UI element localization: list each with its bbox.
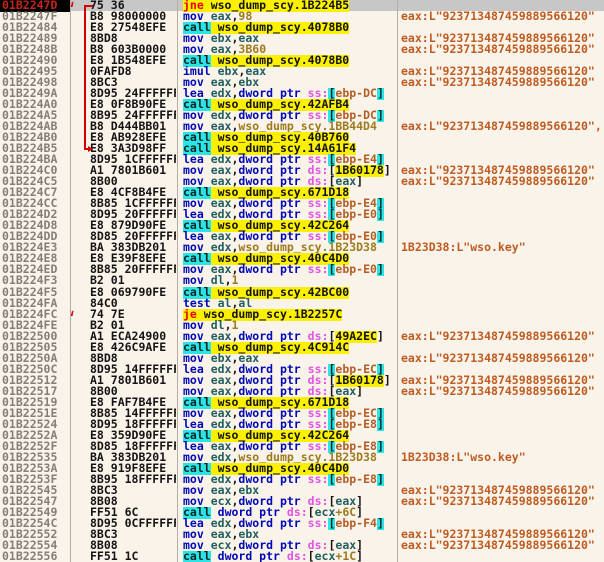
disasm-row[interactable]: 01B22535BA 383DB201mov edx,wso_dump_scy.… — [0, 452, 604, 463]
disasm-row[interactable]: 01B224898BD8mov ebx,eaxeax:L"92371348745… — [0, 33, 604, 44]
disasm-row[interactable]: 01B2252AE8 359D90FEcall wso_dump_scy.42C… — [0, 430, 604, 441]
disasm-row[interactable]: 01B224C0A1 7801B601mov eax,dword ptr ds:… — [0, 165, 604, 176]
disasm-row[interactable]: 01B224950FAFD8imul ebx,eaxeax:L"92371348… — [0, 66, 604, 77]
instruction-token-seg: ds: — [287, 551, 308, 562]
disasm-row[interactable]: 01B224F5E8 069790FEcall wso_dump_scy.42B… — [0, 287, 604, 298]
disasm-row[interactable]: 01B2250A8BD8mov ebx,eaxeax:L"92371348745… — [0, 353, 604, 364]
disasm-row[interactable]: 01B2253F8B95 18FFFFFFmov edx,dword ptr s… — [0, 474, 604, 485]
disasm-row[interactable]: 01B224DD8D85 20FFFFFFlea eax,dword ptr s… — [0, 231, 604, 242]
disasm-row[interactable]: 01B22556 FF51 1C call dword ptr ds:[ecx+1C… — [0, 551, 604, 562]
column-separator-disassembly[interactable] — [397, 0, 398, 562]
disasm-row[interactable]: 01B22490E8 1B548EFEcall wso_dump_scy.407… — [0, 55, 604, 66]
disasm-row[interactable]: 01B224A0E8 0F8B90FEcall wso_dump_scy.42A… — [0, 99, 604, 110]
disasm-row[interactable]: 01B224C7E8 4CF8B4FEcall wso_dump_scy.671… — [0, 187, 604, 198]
disasm-row[interactable]: 01B224CC8B85 1CFFFFFFmov eax,dword ptr s… — [0, 198, 604, 209]
disasm-row[interactable]: 01B225458BC3mov eax,ebxeax:L"92371348745… — [0, 485, 604, 496]
instruction-token-pl — [211, 551, 218, 562]
disasm-row[interactable]: 01B22519E8 FAF7B4FEcall wso_dump_scy.671… — [0, 397, 604, 408]
disasm-row[interactable]: 01B225478B08mov ecx,dword ptr ds:[eax]ea… — [0, 496, 604, 507]
instruction-token-reg: ecx — [315, 551, 336, 562]
disasm-row[interactable]: 01B224988BC3mov eax,ebxeax:L"92371348745… — [0, 77, 604, 88]
disasm-row[interactable]: 01B224E8E8 E39F8EFEcall wso_dump_scy.40C… — [0, 253, 604, 264]
disasm-row[interactable]: 01B2250C8D95 14FFFFFFlea edx,dword ptr s… — [0, 364, 604, 375]
jump-line-vertical — [84, 5, 86, 150]
disasm-row[interactable]: 01B224B0E8 AB928EFEcall wso_dump_scy.40B… — [0, 132, 604, 143]
disasm-row[interactable]: 01B224D8E8 879D90FEcall wso_dump_scy.42C… — [0, 220, 604, 231]
address-cell[interactable]: 01B22556 — [0, 551, 70, 562]
disasm-row[interactable]: 01B22505E8 426C9AFEcall wso_dump_scy.4C9… — [0, 342, 604, 353]
disasm-row[interactable]: 01B22549FF51 6Ccall dword ptr ds:[ecx+6C… — [0, 507, 604, 518]
disasm-row[interactable]: 01B22500A1 ECA24900mov eax,dword ptr ds:… — [0, 331, 604, 342]
disasm-row[interactable]: 01B224ED8B85 20FFFFFFmov eax,dword ptr s… — [0, 264, 604, 275]
disasm-row[interactable]: 01B2249A8D95 24FFFFFFlea edx,dword ptr s… — [0, 88, 604, 99]
instruction-token-pl: ] — [356, 551, 363, 562]
disasm-row[interactable]: 01B2251E8B85 14FFFFFFmov eax,dword ptr s… — [0, 408, 604, 419]
column-separator-address[interactable] — [70, 0, 71, 562]
disasm-row[interactable]: 01B224FA84C0test al,al — [0, 298, 604, 309]
disasm-row[interactable]: 01B224A58B95 24FFFFFFmov edx,dword ptr s… — [0, 110, 604, 121]
disasm-row[interactable]: 01B2253AE8 919F8EFEcall wso_dump_scy.40C… — [0, 463, 604, 474]
disassembly-view: 01B2247D75 36jne wso_dump_scy.1B224B501B… — [0, 0, 604, 562]
disasm-row[interactable]: 01B224FEB2 01mov dl,1 — [0, 320, 604, 331]
disasm-row[interactable]: 01B2247FB8 98000000mov eax,98eax:L"92371… — [0, 11, 604, 22]
disasm-row[interactable]: 01B224D28D95 20FFFFFFlea edx,dword ptr s… — [0, 209, 604, 220]
disasm-row[interactable]: 01B225528BC3mov eax,ebxeax:L"92371348745… — [0, 529, 604, 540]
jump-arrowhead-icon — [88, 146, 93, 152]
disasm-row[interactable]: 01B2248BB8 603B0000mov eax,3B60eax:L"923… — [0, 44, 604, 55]
instruction-token-val: +1C — [335, 551, 356, 562]
disasm-row[interactable]: 01B225178B00mov eax,dword ptr ds:[eax]ea… — [0, 386, 604, 397]
instruction-token-pl: [ — [308, 551, 315, 562]
disasm-row[interactable]: 01B22484E8 27548EFEcall wso_dump_scy.407… — [0, 22, 604, 33]
disasm-row[interactable]: 01B22512A1 7801B601mov eax,dword ptr ds:… — [0, 375, 604, 386]
disasm-row[interactable]: 01B224E3BA 383DB201mov edx,wso_dump_scy.… — [0, 242, 604, 253]
column-separator-bytes[interactable] — [177, 0, 178, 562]
disasm-row[interactable]: 01B224F3B2 01mov dl,1 — [0, 275, 604, 286]
disasm-row[interactable]: 01B2252F8D85 18FFFFFFlea eax,dword ptr s… — [0, 441, 604, 452]
instruction-token-mn: dword ptr — [218, 551, 287, 562]
disasm-row[interactable]: 01B224ABB8 D444BB01mov eax,wso_dump_scy.… — [0, 121, 604, 132]
disasm-row[interactable]: 01B225548B08mov ecx,dword ptr ds:[eax]ea… — [0, 540, 604, 551]
disasm-row[interactable]: 01B2254C8D95 0CFFFFFFlea edx,dword ptr s… — [0, 518, 604, 529]
instruction-token-cal: call — [183, 551, 211, 562]
instruction-cell[interactable]: call dword ptr ds:[ecx+1C] — [183, 551, 396, 562]
disasm-row[interactable]: 01B225248D95 18FFFFFFlea edx,dword ptr s… — [0, 419, 604, 430]
disasm-row[interactable]: 01B224C58B00mov eax,dword ptr ds:[eax]ea… — [0, 176, 604, 187]
jump-line-origin — [84, 5, 93, 7]
bytes-cell[interactable]: FF51 1C — [90, 551, 176, 562]
disasm-row[interactable]: 01B224FC74 7Eje wso_dump_scy.1B2257C — [0, 309, 604, 320]
disasm-row[interactable]: 01B224BA8D95 1CFFFFFFlea edx,dword ptr s… — [0, 154, 604, 165]
